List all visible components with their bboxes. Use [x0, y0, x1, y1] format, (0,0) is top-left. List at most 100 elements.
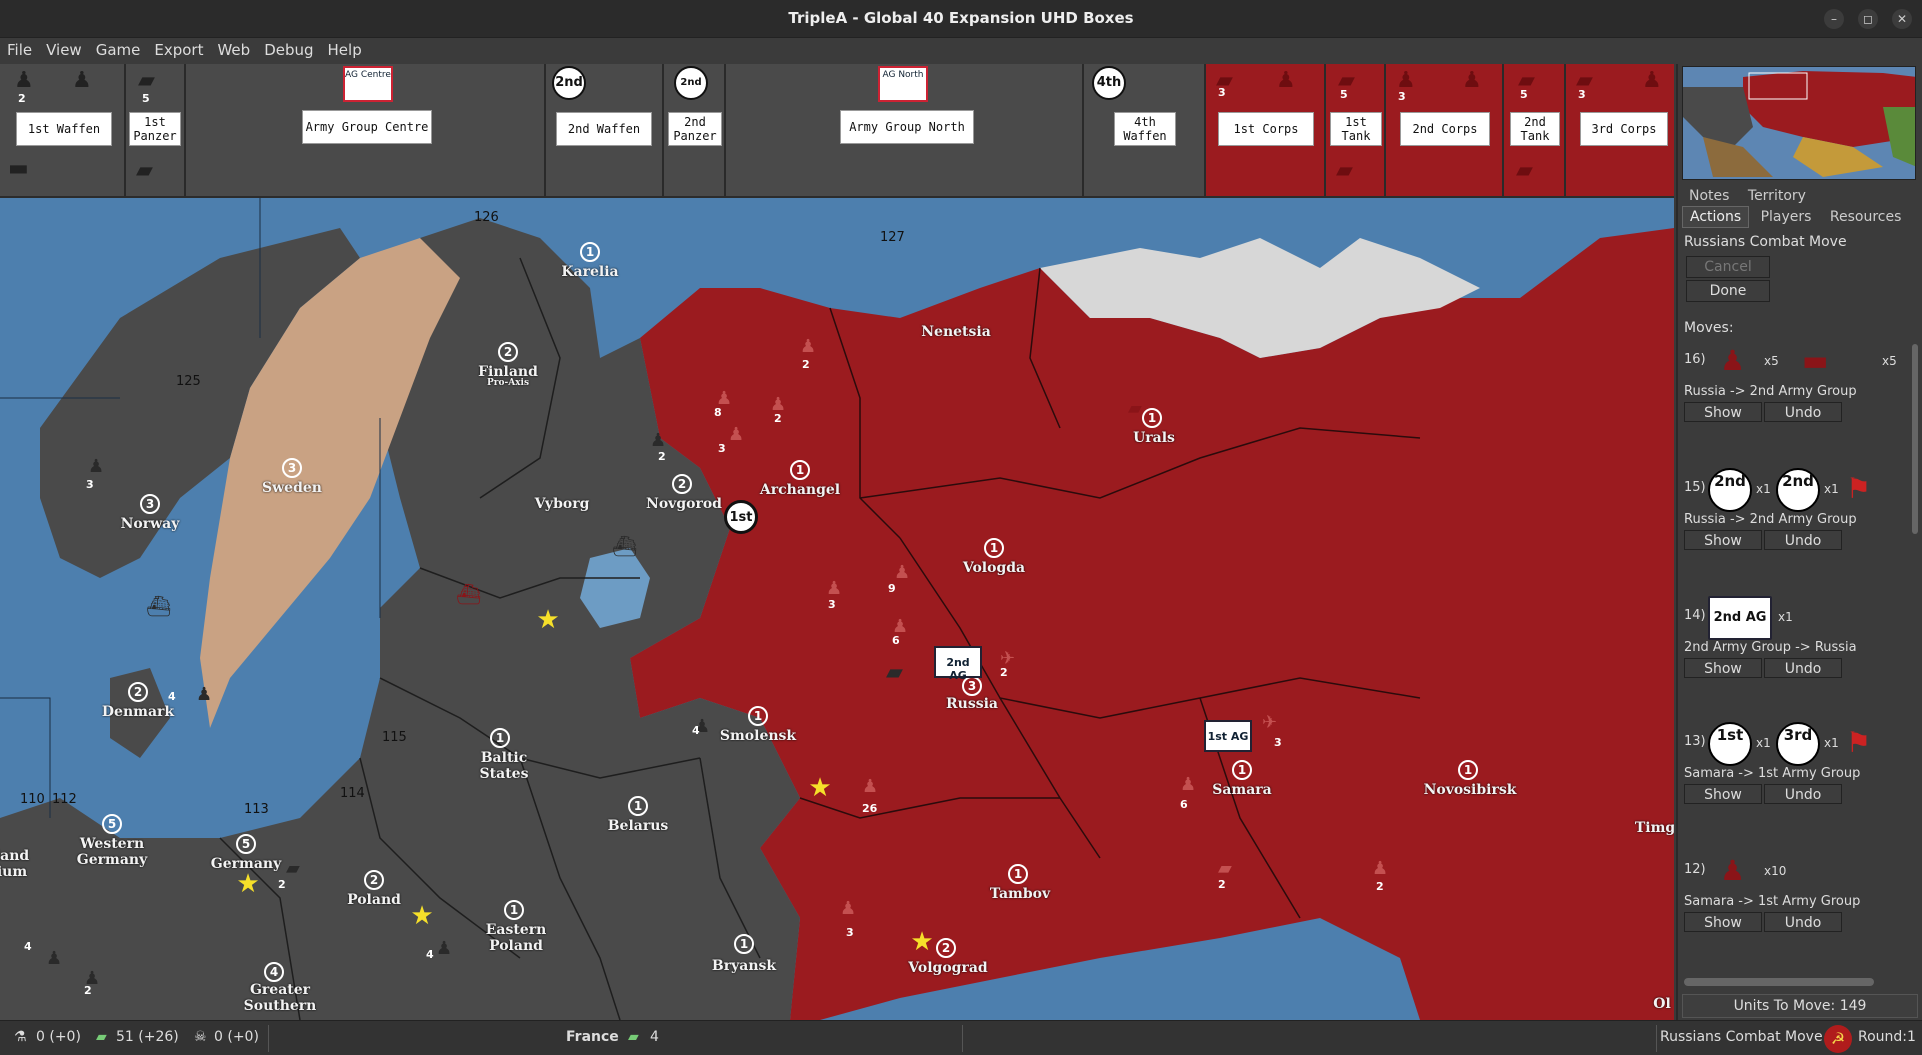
move-entry: 12) ♟ x10 Samara -> 1st Army Group Show … [1684, 850, 1904, 962]
moves-scrollbar-horizontal[interactable] [1684, 978, 1874, 986]
group-2nd-tank[interactable]: ▰ 5 2nd Tank ▰ [1504, 64, 1566, 196]
tab-notes[interactable]: Notes [1682, 186, 1736, 206]
territory-nenetsia[interactable]: Nenetsia [921, 324, 991, 340]
territory-tambov[interactable]: Tambov [990, 886, 1050, 902]
territory-holland[interactable]: land [0, 848, 29, 864]
territory-baltic-states[interactable]: Baltic States [464, 750, 544, 782]
army-group-2nd-marker[interactable]: 2nd AG [934, 646, 982, 682]
menu-help[interactable]: Help [321, 38, 369, 62]
menu-web[interactable]: Web [210, 38, 257, 62]
infantry-icon[interactable]: ♟ [800, 336, 816, 357]
infantry-icon[interactable]: ♟ [88, 456, 104, 477]
group-army-group-centre[interactable]: AG Centre Army Group Centre [186, 64, 546, 196]
unit-count: 4 [24, 940, 32, 953]
tab-actions[interactable]: Actions [1682, 206, 1750, 228]
maximize-button[interactable]: ◻ [1858, 9, 1878, 29]
territory-eastern-poland[interactable]: Eastern Poland [476, 922, 556, 954]
game-map[interactable]: 126 127 125 115 110 112 113 114 1 Kareli… [0, 198, 1674, 1020]
tank-icon[interactable]: ▰ [1128, 398, 1142, 419]
infantry-icon[interactable]: ♟ [1372, 858, 1388, 879]
undo-button[interactable]: Undo [1764, 912, 1842, 932]
cancel-button[interactable]: Cancel [1686, 256, 1770, 278]
territory-belgium[interactable]: ium [0, 864, 27, 880]
territory-belarus[interactable]: Belarus [608, 818, 669, 834]
territory-vyborg[interactable]: Vyborg [535, 496, 590, 512]
undo-button[interactable]: Undo [1764, 784, 1842, 804]
territory-greater-southern[interactable]: Greater Southern [235, 982, 325, 1014]
territory-urals[interactable]: Urals [1133, 430, 1175, 446]
menu-file[interactable]: File [0, 38, 39, 62]
infantry-icon[interactable]: ♟ [46, 948, 62, 969]
infantry-icon[interactable]: ♟ [728, 424, 744, 445]
territory-russia[interactable]: Russia [946, 696, 998, 712]
territory-norway[interactable]: Norway [121, 516, 180, 532]
fighter-icon[interactable]: ✈ [1262, 712, 1277, 733]
territory-vologda[interactable]: Vologda [963, 560, 1025, 576]
unit-count: 4 [692, 724, 700, 737]
group-1st-waffen[interactable]: ♟ 2 ♟ 1st Waffen ▬ [0, 64, 126, 196]
menu-game[interactable]: Game [89, 38, 148, 62]
menu-view[interactable]: View [39, 38, 89, 62]
tank-icon[interactable]: ▰ [1218, 858, 1232, 879]
tab-resources[interactable]: Resources [1823, 207, 1909, 227]
territory-timg[interactable]: Timg [1635, 820, 1674, 836]
destroyer-icon[interactable]: ⛴ [146, 594, 171, 618]
group-1st-panzer[interactable]: ▰ 5 1st Panzer ▰ [126, 64, 186, 196]
ag-north-badge: AG North [878, 66, 928, 102]
infantry-icon[interactable]: ♟ [196, 684, 212, 705]
infantry-icon[interactable]: ♟ [862, 776, 878, 797]
artillery-icon[interactable]: ▰ [286, 858, 300, 879]
group-3rd-corps[interactable]: ▰ 3 ♟ 3rd Corps [1566, 64, 1674, 196]
territory-novosibirsk[interactable]: Novosibirsk [1424, 782, 1517, 798]
infantry-icon[interactable]: ♟ [894, 562, 910, 583]
undo-button[interactable]: Undo [1764, 658, 1842, 678]
infantry-icon[interactable]: ♟ [840, 898, 856, 919]
moves-scrollbar-vertical[interactable] [1912, 344, 1918, 534]
infantry-icon[interactable]: ♟ [826, 578, 842, 599]
show-button[interactable]: Show [1684, 784, 1762, 804]
undo-button[interactable]: Undo [1764, 402, 1842, 422]
group-army-group-north[interactable]: AG North Army Group North [726, 64, 1084, 196]
territory-ol[interactable]: Ol [1653, 996, 1671, 1012]
ipc-marker: 1 [628, 796, 648, 816]
show-button[interactable]: Show [1684, 912, 1762, 932]
submarine-icon[interactable]: ⛴ [456, 582, 481, 606]
territory-novgorod[interactable]: Novgorod [646, 496, 722, 512]
show-button[interactable]: Show [1684, 658, 1762, 678]
unit-count: 6 [1180, 798, 1188, 811]
undo-button[interactable]: Undo [1764, 530, 1842, 550]
group-2nd-waffen[interactable]: 2nd 2nd Waffen [546, 64, 664, 196]
group-2nd-panzer[interactable]: 2nd 2nd Panzer [664, 64, 726, 196]
infantry-icon[interactable]: ♟ [650, 430, 666, 451]
infantry-icon[interactable]: ♟ [436, 938, 452, 959]
territory-poland[interactable]: Poland [347, 892, 401, 908]
territory-smolensk[interactable]: Smolensk [720, 728, 796, 744]
territory-bryansk[interactable]: Bryansk [712, 958, 776, 974]
group-2nd-corps[interactable]: ♟ 3 ♟ 2nd Corps [1386, 64, 1504, 196]
group-1st-tank[interactable]: ▰ 5 1st Tank ▰ [1326, 64, 1386, 196]
show-button[interactable]: Show [1684, 530, 1762, 550]
tank-icon[interactable]: ▰ [886, 660, 903, 685]
territory-karelia[interactable]: Karelia [561, 264, 618, 280]
minimap[interactable] [1682, 66, 1916, 180]
close-button[interactable]: ✕ [1892, 9, 1912, 29]
menu-debug[interactable]: Debug [257, 38, 320, 62]
first-division-marker[interactable]: 1st [724, 500, 758, 534]
battleship-icon[interactable]: ⛴ [612, 534, 637, 558]
tab-players[interactable]: Players [1754, 207, 1819, 227]
group-1st-corps[interactable]: ▰ 3 ♟ 1st Corps [1206, 64, 1326, 196]
minimize-button[interactable]: – [1824, 9, 1844, 29]
tab-territory[interactable]: Territory [1741, 186, 1813, 206]
group-4th-waffen[interactable]: 4th 4th Waffen [1084, 64, 1206, 196]
territory-volgograd[interactable]: Volgograd [908, 960, 987, 976]
territory-archangel[interactable]: Archangel [760, 482, 840, 498]
done-button[interactable]: Done [1686, 280, 1770, 302]
territory-denmark[interactable]: Denmark [102, 704, 174, 720]
show-button[interactable]: Show [1684, 402, 1762, 422]
territory-western-germany[interactable]: Western Germany [62, 836, 162, 868]
menu-export[interactable]: Export [147, 38, 210, 62]
territory-sweden[interactable]: Sweden [262, 480, 322, 496]
army-group-1st-marker[interactable]: 1st AG [1204, 720, 1252, 752]
infantry-icon[interactable]: ♟ [1180, 774, 1196, 795]
territory-samara[interactable]: Samara [1212, 782, 1272, 798]
